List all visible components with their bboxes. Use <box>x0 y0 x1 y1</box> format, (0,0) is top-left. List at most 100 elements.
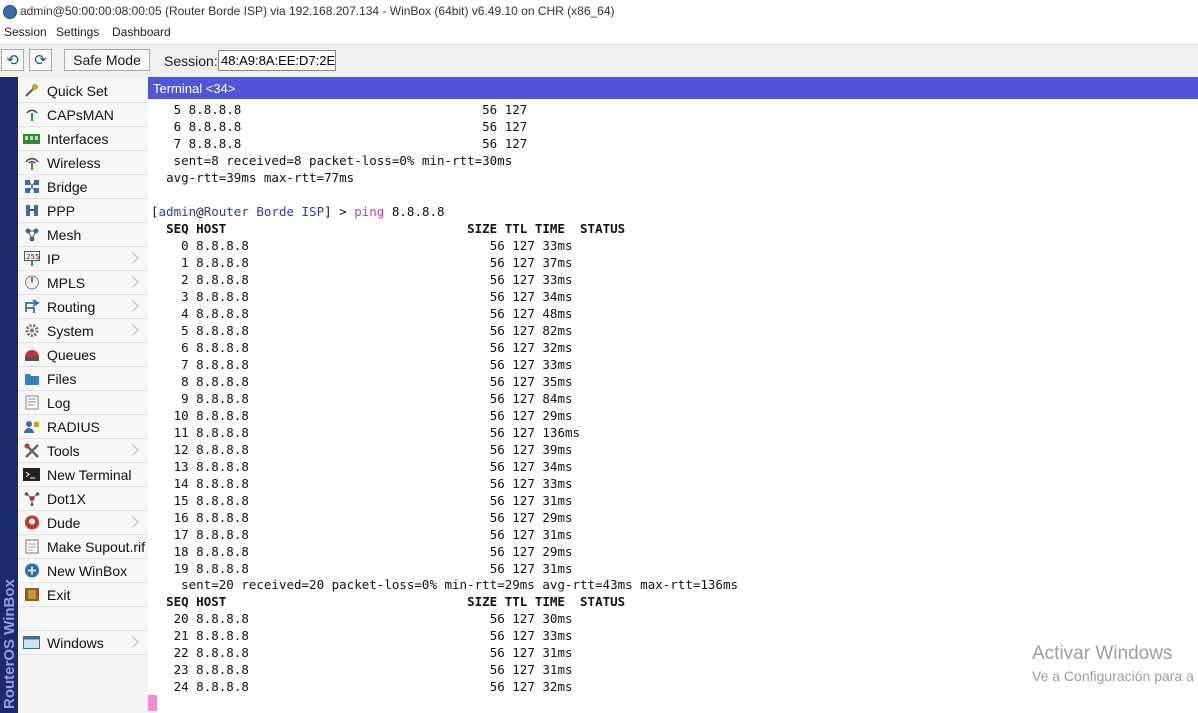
terminal-summary: sent=20 received=20 packet-loss=0% min-r… <box>181 577 739 592</box>
sidebar-item-mesh[interactable]: Mesh <box>18 223 148 247</box>
dot1x-icon <box>23 491 40 506</box>
terminal-table-row: 8 8.8.8.8 56 127 35ms <box>181 374 573 389</box>
sidebar-item-label: New Terminal <box>47 467 132 483</box>
sidebar-item-dot1x[interactable]: Dot1X <box>18 487 148 511</box>
window-title-bar: admin@50:00:00:08:00:05 (Router Borde IS… <box>0 0 1198 24</box>
prompt-command: ping <box>354 204 385 219</box>
menu-settings[interactable]: Settings <box>56 25 99 39</box>
terminal-table-row: 3 8.8.8.8 56 127 34ms <box>181 289 573 304</box>
sidebar-item-label: RADIUS <box>47 419 100 435</box>
sidebar-item-label: PPP <box>47 203 76 219</box>
sidebar-item-queues[interactable]: Queues <box>18 343 148 367</box>
sidebar-item-label: Wireless <box>47 155 101 171</box>
dude-icon <box>23 515 40 530</box>
sidebar-item-label: Interfaces <box>47 131 109 147</box>
watermark-line-1: Activar Windows <box>1032 643 1173 664</box>
sidebar-item-interfaces[interactable]: Interfaces <box>18 127 148 151</box>
sidebar-item-log[interactable]: Log <box>18 391 148 415</box>
sidebar-item-quick-set[interactable]: Quick Set <box>18 79 148 103</box>
terminal-prev-summary-2: avg-rtt=39ms max-rtt=77ms <box>166 170 355 185</box>
windows-icon <box>23 635 40 650</box>
terminal-cursor <box>148 695 157 711</box>
watermark-line-2: Ve a Configuración para a <box>1032 668 1194 684</box>
terminal-line-prev-6: 6 8.8.8.8 56 127 <box>173 119 528 134</box>
terminal-table-row: 15 8.8.8.8 56 127 31ms <box>173 493 573 508</box>
quick-set-icon <box>23 83 40 98</box>
terminal-table-row: 12 8.8.8.8 56 127 39ms <box>173 442 573 457</box>
routing-icon <box>23 299 40 314</box>
terminal-table-row: 6 8.8.8.8 56 127 32ms <box>181 340 573 355</box>
sidebar-item-tools[interactable]: Tools <box>18 439 148 463</box>
sidebar-item-ppp[interactable]: PPP <box>18 199 148 223</box>
undo-button[interactable]: ⟲ <box>1 49 24 71</box>
prompt-user: admin <box>158 204 197 219</box>
files-icon <box>23 371 40 386</box>
sidebar-item-exit[interactable]: Exit <box>18 583 148 607</box>
undo-icon: ⟲ <box>6 52 19 69</box>
ppp-icon <box>23 203 40 218</box>
submenu-arrow-icon <box>132 516 139 528</box>
terminal-table-row: 4 8.8.8.8 56 127 48ms <box>181 306 573 321</box>
windows-activation-watermark: Activar Windows Ve a Configuración para … <box>1032 643 1194 684</box>
mpls-icon <box>23 275 40 290</box>
sidebar-menu: Quick Set CAPsMAN Interfaces Wireless Br… <box>18 77 149 713</box>
menu-dashboard[interactable]: Dashboard <box>112 25 171 39</box>
svg-text:255: 255 <box>26 253 39 261</box>
terminal-title-bar[interactable]: Terminal <34> <box>148 77 1198 99</box>
sidebar-item-label: Make Supout.rif <box>47 539 146 555</box>
sidebar-item-wireless[interactable]: Wireless <box>18 151 148 175</box>
sidebar-item-label: MPLS <box>47 275 86 291</box>
terminal-table-row: 24 8.8.8.8 56 127 32ms <box>173 679 573 694</box>
sidebar-item-label: Tools <box>47 443 80 459</box>
sidebar-item-capsman[interactable]: CAPsMAN <box>18 103 148 127</box>
sidebar-item-routing[interactable]: Routing <box>18 295 148 319</box>
safe-mode-button[interactable]: Safe Mode <box>64 49 150 71</box>
sidebar-item-radius[interactable]: RADIUS <box>18 415 148 439</box>
sidebar-item-ip[interactable]: 255 IP <box>18 247 148 271</box>
terminal-table-header-2: SEQ HOST SIZE TTL TIME STATUS <box>166 594 626 609</box>
terminal-table-row: 20 8.8.8.8 56 127 30ms <box>173 611 573 626</box>
menu-session[interactable]: Session <box>4 25 47 39</box>
new-winbox-icon <box>23 563 40 578</box>
submenu-arrow-icon <box>132 444 139 456</box>
window-title: admin@50:00:00:08:00:05 (Router Borde IS… <box>20 4 615 18</box>
terminal-output[interactable]: 5 8.8.8.8 56 127 6 8.8.8.8 56 127 7 8.8.… <box>148 99 1198 713</box>
sidebar-item-bridge[interactable]: Bridge <box>18 175 148 199</box>
sidebar-item-new-terminal[interactable]: New Terminal <box>18 463 148 487</box>
sidebar-item-mpls[interactable]: MPLS <box>18 271 148 295</box>
sidebar-item-system[interactable]: System <box>18 319 148 343</box>
sidebar-item-files[interactable]: Files <box>18 367 148 391</box>
sidebar-item-label: Quick Set <box>47 83 108 99</box>
sidebar-item-label: Mesh <box>47 227 82 243</box>
wireless-icon <box>23 155 40 170</box>
terminal-table-row: 16 8.8.8.8 56 127 29ms <box>173 510 573 525</box>
routeros-brand-strip: RouterOS WinBox <box>0 77 18 713</box>
submenu-arrow-icon <box>132 636 139 648</box>
session-id-field[interactable]: 48:A9:8A:EE:D7:2E <box>218 50 336 71</box>
sidebar-item-new-winbox[interactable]: New WinBox <box>18 559 148 583</box>
sidebar-item-make-supout[interactable]: Make Supout.rif <box>18 535 148 559</box>
terminal-table-row: 7 8.8.8.8 56 127 33ms <box>181 357 573 372</box>
terminal-title: Terminal <34> <box>153 81 236 96</box>
bridge-icon <box>23 179 40 194</box>
terminal-line-prev-7: 7 8.8.8.8 56 127 <box>173 136 528 151</box>
sidebar-item-dude[interactable]: Dude <box>18 511 148 535</box>
sidebar-item-label: Log <box>47 395 71 411</box>
exit-icon <box>23 587 40 602</box>
submenu-arrow-icon <box>132 300 139 312</box>
terminal-line-prev-5: 5 8.8.8.8 56 127 <box>173 102 528 117</box>
terminal-table-row: 23 8.8.8.8 56 127 31ms <box>173 662 573 677</box>
terminal-table-row: 13 8.8.8.8 56 127 34ms <box>173 459 573 474</box>
sidebar-item-windows[interactable]: Windows <box>18 631 148 655</box>
terminal-table-row: 10 8.8.8.8 56 127 29ms <box>173 408 573 423</box>
terminal-table-row: 22 8.8.8.8 56 127 31ms <box>173 645 573 660</box>
sidebar-item-label: IP <box>47 251 61 267</box>
terminal-table-row: 14 8.8.8.8 56 127 33ms <box>173 476 573 491</box>
sidebar-item-label: Exit <box>47 587 71 603</box>
log-icon <box>23 395 40 410</box>
redo-button[interactable]: ⟳ <box>29 49 52 71</box>
sidebar-item-label: New WinBox <box>47 563 128 579</box>
make-supout-icon <box>23 539 40 554</box>
ip-icon: 255 <box>23 251 40 266</box>
sidebar-item-label: CAPsMAN <box>47 107 114 123</box>
